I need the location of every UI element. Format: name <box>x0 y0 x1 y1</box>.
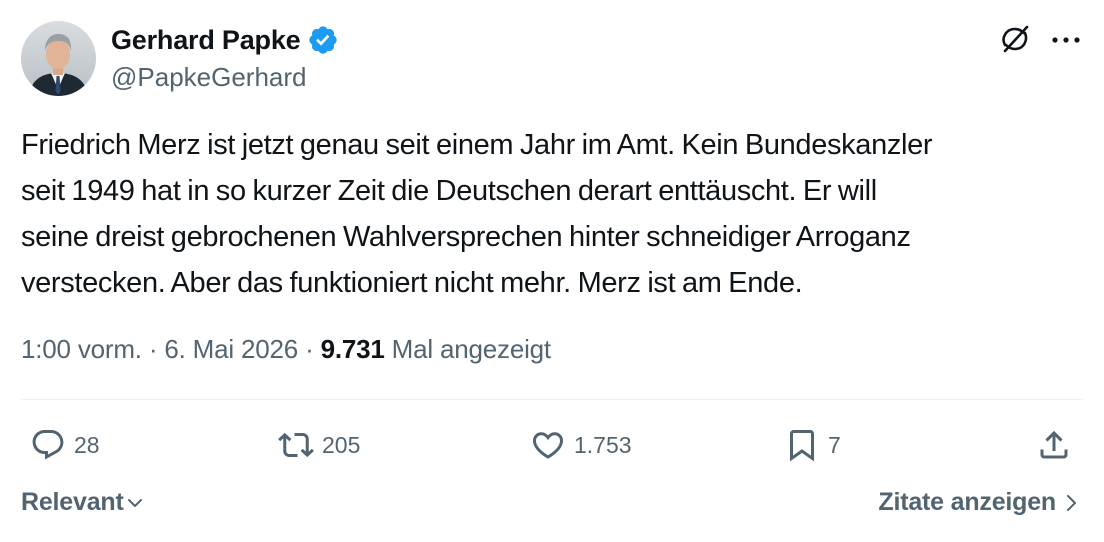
grok-button[interactable] <box>996 22 1034 60</box>
tweet-time[interactable]: 1:00 vorm. <box>21 334 142 364</box>
sort-label: Relevant <box>21 488 124 516</box>
chevron-down-icon <box>126 494 144 512</box>
reply-count: 28 <box>74 431 100 458</box>
share-icon <box>1034 425 1074 465</box>
author-display-name[interactable]: Gerhard Papke <box>111 25 301 56</box>
more-icon <box>1050 32 1082 50</box>
tweet-card: Gerhard Papke @PapkeGerhard Friedrich Me… <box>0 0 1104 542</box>
verified-badge-icon[interactable] <box>307 24 339 56</box>
repost-count: 205 <box>322 431 361 458</box>
divider <box>21 399 1083 400</box>
meta-separator: · <box>305 334 314 364</box>
views-label: Mal angezeigt <box>391 334 551 364</box>
bookmark-icon <box>782 425 822 465</box>
sort-dropdown[interactable]: Relevant <box>21 488 144 517</box>
bookmark-count: 7 <box>828 431 841 458</box>
tweet-text: Friedrich Merz ist jetzt genau seit eine… <box>21 129 933 299</box>
views-count: 9.731 <box>320 334 385 364</box>
avatar[interactable] <box>21 21 96 96</box>
bookmark-button[interactable]: 7 <box>782 425 841 465</box>
reply-icon <box>28 425 68 465</box>
author-name-row[interactable]: Gerhard Papke <box>111 22 339 58</box>
author-handle[interactable]: @PapkeGerhard <box>111 62 307 93</box>
repost-icon <box>276 425 316 465</box>
tweet-meta: 1:00 vorm. · 6. Mai 2026 · 9.731 Mal ang… <box>21 334 551 365</box>
meta-separator: · <box>148 334 158 364</box>
like-icon <box>528 425 568 465</box>
grok-icon <box>997 21 1033 62</box>
like-count: 1.753 <box>574 431 632 458</box>
reply-button[interactable]: 28 <box>28 425 100 465</box>
share-button[interactable] <box>1034 425 1074 465</box>
repost-button[interactable]: 205 <box>276 425 360 465</box>
view-quotes-link[interactable]: Zitate anzeigen <box>878 488 1078 517</box>
chevron-right-icon <box>1064 493 1078 513</box>
tweet-date[interactable]: 6. Mai 2026 <box>164 334 298 364</box>
quotes-label: Zitate anzeigen <box>878 488 1056 516</box>
like-button[interactable]: 1.753 <box>528 425 632 465</box>
more-options-button[interactable] <box>1046 22 1086 60</box>
